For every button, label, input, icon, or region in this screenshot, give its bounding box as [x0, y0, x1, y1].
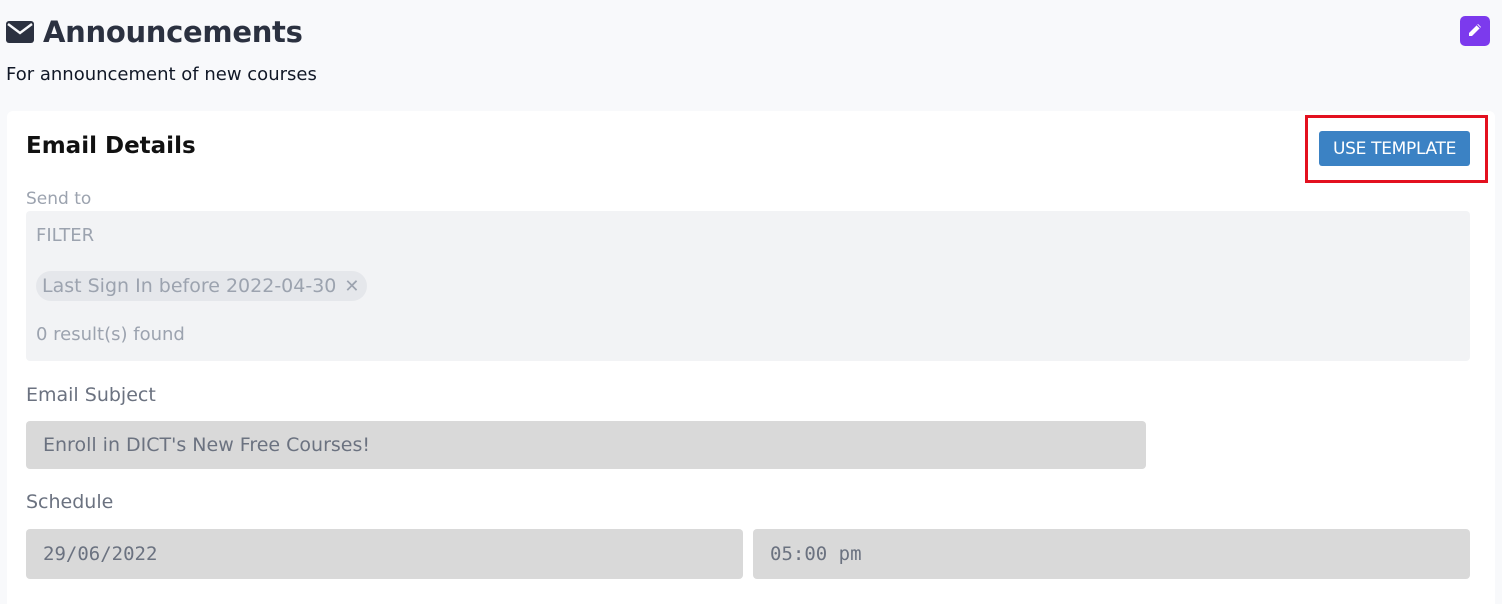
page-title: Announcements — [43, 15, 303, 49]
announcement-page: Announcements For announcement of new co… — [0, 0, 1502, 604]
schedule-time-field[interactable] — [753, 529, 1470, 579]
schedule-label: Schedule — [26, 491, 114, 513]
send-to-label: Send to — [26, 189, 92, 209]
filter-chip-label: Last Sign In before 2022-04-30 — [42, 275, 337, 297]
filter-heading: FILTER — [36, 225, 95, 246]
use-template-button[interactable]: USE TEMPLATE — [1319, 131, 1470, 166]
edit-button[interactable] — [1460, 16, 1490, 46]
email-details-card: Email Details USE TEMPLATE Send to FILTE… — [7, 111, 1495, 604]
schedule-date-field[interactable] — [26, 529, 743, 579]
close-icon[interactable]: ✕ — [344, 276, 359, 297]
mail-icon — [6, 21, 34, 43]
email-subject-field[interactable] — [26, 421, 1146, 469]
email-subject-label: Email Subject — [26, 384, 156, 406]
send-to-filter[interactable]: FILTER Last Sign In before 2022-04-30 ✕ … — [26, 211, 1470, 361]
results-count: 0 result(s) found — [36, 324, 185, 345]
filter-chip: Last Sign In before 2022-04-30 ✕ — [36, 271, 368, 301]
pencil-icon — [1466, 21, 1484, 42]
page-header: Announcements — [6, 12, 303, 52]
card-title: Email Details — [26, 133, 196, 159]
page-subtitle: For announcement of new courses — [6, 64, 317, 85]
